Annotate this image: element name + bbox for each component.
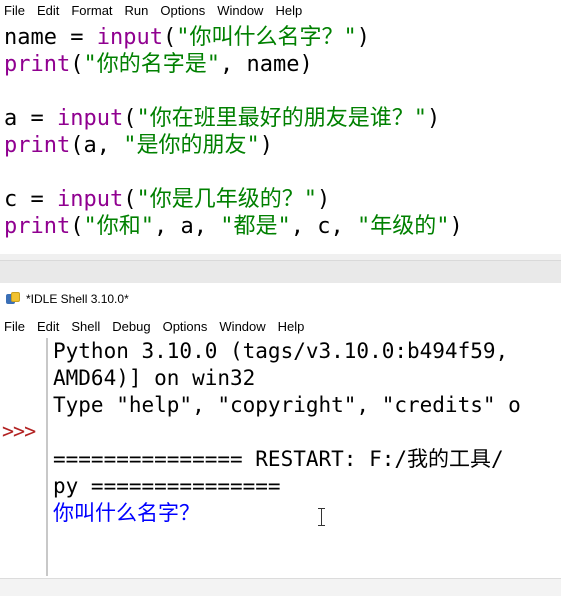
prompt-gutter: >>> [0,338,48,576]
shell-output-line: AMD64)] on win32 [53,366,256,390]
code-line: print("你的名字是", name) [4,51,313,78]
string-token: "你和" [83,214,154,239]
code-line: print(a, "是你的朋友") [4,132,273,159]
python-logo-icon [6,292,20,306]
code-line: print("你和", a, "都是", c, "年级的") [4,213,463,240]
code-token: ( [70,214,84,239]
shell-menu-debug[interactable]: Debug [112,319,150,334]
string-token: "是你的朋友" [123,133,260,158]
code-token: ) [316,187,331,212]
shell-menubar: File Edit Shell Debug Options Window Hel… [0,316,561,336]
shell-titlebar[interactable]: *IDLE Shell 3.10.0* [0,284,561,314]
editor-menu-help[interactable]: Help [275,3,302,18]
shell-menu-shell[interactable]: Shell [71,319,100,334]
shell-output-area[interactable]: >>> Python 3.10.0 (tags/v3.10.0:b494f59,… [0,338,561,578]
shell-menu-window[interactable]: Window [219,319,265,334]
code-token: ) [426,106,441,131]
builtin-token: input [56,187,124,212]
shell-menu-edit[interactable]: Edit [37,319,59,334]
editor-menu-edit[interactable]: Edit [37,3,59,18]
code-token: ( [70,52,84,77]
code-token: , a, [153,214,221,239]
code-token: , name) [219,52,313,77]
editor-menu-file[interactable]: File [4,3,25,18]
string-token: "你在班里最好的朋友是谁？" [136,106,427,131]
text-cursor-icon [318,508,326,526]
string-token: "你叫什么名字？" [176,25,357,50]
code-token: ( [123,187,137,212]
shell-menu-options[interactable]: Options [163,319,208,334]
code-token: ) [259,133,273,158]
code-line: name = input("你叫什么名字？") [4,24,370,51]
shell-menu-help[interactable]: Help [278,319,305,334]
shell-menu-file[interactable]: File [4,319,25,334]
shell-prompt: >>> [2,419,36,443]
shell-output-line: Type "help", "copyright", "credits" o [53,393,521,417]
code-token: name = [4,25,97,50]
editor-menubar: File Edit Format Run Options Window Help [0,0,561,20]
shell-output-line: py =============== [53,474,281,498]
code-editor[interactable]: name = input("你叫什么名字？") print("你的名字是", na… [0,20,561,260]
editor-menu-options[interactable]: Options [160,3,205,18]
builtin-token: print [4,214,71,239]
builtin-token: input [56,106,124,131]
string-token: "你的名字是" [83,52,220,77]
shell-output-line: Python 3.10.0 (tags/v3.10.0:b494f59, [53,339,521,363]
shell-input-prompt-text: 你叫什么名字？ [53,501,200,525]
code-token: , c, [290,214,357,239]
string-token: "年级的" [356,214,450,239]
code-token: a = [4,106,57,131]
builtin-token: print [4,52,71,77]
window-gap [0,260,561,283]
editor-menu-run[interactable]: Run [125,3,149,18]
builtin-token: input [96,25,163,50]
builtin-token: print [4,133,71,158]
code-token: ) [449,214,463,239]
editor-menu-window[interactable]: Window [217,3,263,18]
code-line: c = input("你是几年级的？") [4,186,330,213]
code-token: c = [4,187,57,212]
code-line: a = input("你在班里最好的朋友是谁？") [4,105,440,132]
code-token: ) [356,25,370,50]
code-token: ( [162,25,177,50]
shell-window-title: *IDLE Shell 3.10.0* [26,292,129,306]
code-token: ( [123,106,137,131]
code-token: (a, [70,133,124,158]
string-token: "都是" [220,214,291,239]
shell-output-line: =============== RESTART: F:/我的工具/ [53,447,504,471]
editor-menu-format[interactable]: Format [71,3,112,18]
string-token: "你是几年级的？" [136,187,317,212]
shell-scrollbar[interactable] [0,578,561,596]
